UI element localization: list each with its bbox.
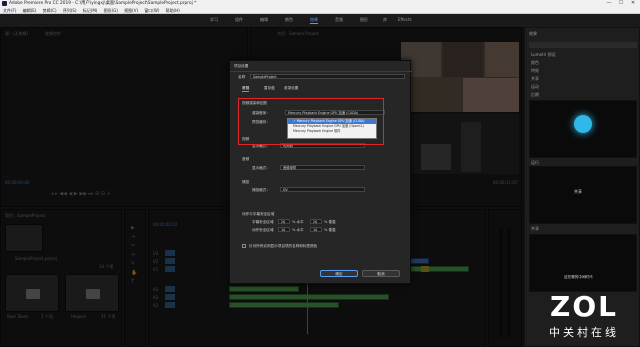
effects-header[interactable]: 效果 (529, 31, 537, 37)
zol-watermark: ZOL 中关村在线 (528, 290, 640, 347)
title-safe-v-unit: % 垂直 (324, 220, 336, 224)
menu-graphics[interactable]: 图形(G) (104, 8, 118, 13)
capture-format-select[interactable]: DV (280, 187, 365, 192)
audio-format-select[interactable]: 音频采样 (280, 165, 365, 170)
effects-item-special[interactable]: 特效 (531, 68, 539, 74)
tab-general[interactable]: 常规 (242, 86, 250, 92)
menu-sequence[interactable]: 序列(S) (63, 8, 77, 13)
dialog-title: 项目设置 (234, 64, 249, 68)
project-settings-dialog: 项目设置 名称 SampleProject 常规 暂存盘 收录设置 视频渲染和回… (229, 60, 412, 284)
effects-item-motion[interactable]: 运动 (531, 84, 539, 90)
preset-thumbnail-1[interactable] (529, 100, 637, 158)
action-safe-v-input[interactable]: 10 (310, 227, 322, 232)
section-capture: 捕捉 (242, 180, 250, 184)
lumetri-presets-item[interactable]: Lumetri 预设 (531, 52, 556, 58)
window-titlebar: Adobe Premiere Pro CC 2019 - C:\用户\yingx… (0, 0, 640, 7)
effects-item-post[interactable]: 后期 (531, 92, 539, 98)
menu-clip[interactable]: 剪辑(C) (43, 8, 57, 13)
preset-thumb-text-3: 这在哪的中间时代 (564, 275, 593, 279)
tab-scratch-disks[interactable]: 暂存盘 (264, 86, 275, 91)
project-name-field[interactable]: SampleProject (250, 74, 405, 79)
highlight-annotation-box (238, 98, 384, 145)
preset-thumbnail-3[interactable]: 这在哪的中间时代 (529, 234, 637, 292)
effects-search-field[interactable] (529, 42, 637, 48)
title-safe-label: 字幕安全区域 (252, 220, 274, 224)
menu-bar: 文件(F) 编辑(E) 剪辑(C) 序列(S) 标记(M) 图形(G) 视图(V… (0, 7, 640, 14)
workspace-learning[interactable]: 学习 (210, 17, 218, 23)
minimize-button[interactable]: — (603, 0, 615, 7)
menu-window[interactable]: 窗口(W) (144, 8, 159, 13)
action-safe-h-input[interactable]: 10 (278, 227, 290, 232)
title-safe-h-unit: % 水平 (292, 220, 304, 224)
workspace-assembly[interactable]: 组件 (235, 17, 243, 23)
title-safe-h-input[interactable]: 20 (278, 219, 290, 224)
menu-file[interactable]: 文件(F) (3, 8, 16, 13)
preset-thumbnail-2[interactable]: 共享 (529, 166, 637, 224)
tab-ingest-settings[interactable]: 收录设置 (284, 86, 298, 91)
cancel-button[interactable]: 取消 (362, 270, 400, 277)
window-title: Adobe Premiere Pro CC 2019 - C:\用户\yingx… (9, 1, 197, 6)
show-names-checkbox[interactable] (242, 244, 246, 248)
zol-logo: ZOL (550, 290, 618, 323)
effects-item-shared[interactable]: 共享 (531, 76, 539, 82)
workspace-color[interactable]: 颜色 (285, 17, 293, 23)
presets-title: 共享 (531, 226, 539, 231)
workspace-editing[interactable]: 编辑 (260, 17, 268, 23)
workspace-libraries[interactable]: 库 (383, 17, 387, 23)
section-safe-margins: 动作与字幕安全区域 (242, 212, 275, 216)
menu-help[interactable]: 帮助(H) (166, 8, 180, 13)
action-safe-label: 动作安全区域 (252, 228, 274, 232)
close-window-button[interactable]: ✕ (627, 0, 639, 7)
show-names-label: 针对所有实例显示项目项的名称和标签颜色 (249, 244, 318, 248)
preset-thumb-text-2: 共享 (574, 189, 582, 194)
title-safe-v-input[interactable]: 20 (310, 219, 322, 224)
action-safe-v-unit: % 垂直 (324, 228, 336, 232)
audio-format-label: 显示格式： (252, 166, 270, 170)
section-audio: 音频 (242, 157, 250, 161)
premiere-app-icon (2, 1, 7, 6)
zol-subtitle: 中关村在线 (549, 326, 619, 339)
project-name-label: 名称 (238, 75, 246, 79)
dialog-divider (230, 71, 412, 72)
workspace-audio[interactable]: 音频 (335, 17, 343, 23)
effects-item-color[interactable]: 颜色 (531, 60, 539, 66)
workspace-effects[interactable]: 效果 (310, 17, 318, 24)
menu-marker[interactable]: 标记(M) (83, 8, 98, 13)
workspace-graphics[interactable]: 图形 (360, 17, 368, 23)
menu-view[interactable]: 视图(V) (124, 8, 138, 13)
workspace-effects-en[interactable]: Effects (398, 17, 412, 22)
capture-format-label: 捕捉格式： (252, 188, 270, 192)
maximize-button[interactable]: ☐ (615, 0, 627, 7)
menu-edit[interactable]: 编辑(E) (23, 8, 37, 13)
workspace-bar (0, 14, 640, 27)
ok-button[interactable]: 确定 (320, 270, 358, 277)
action-safe-h-unit: % 水平 (292, 228, 304, 232)
